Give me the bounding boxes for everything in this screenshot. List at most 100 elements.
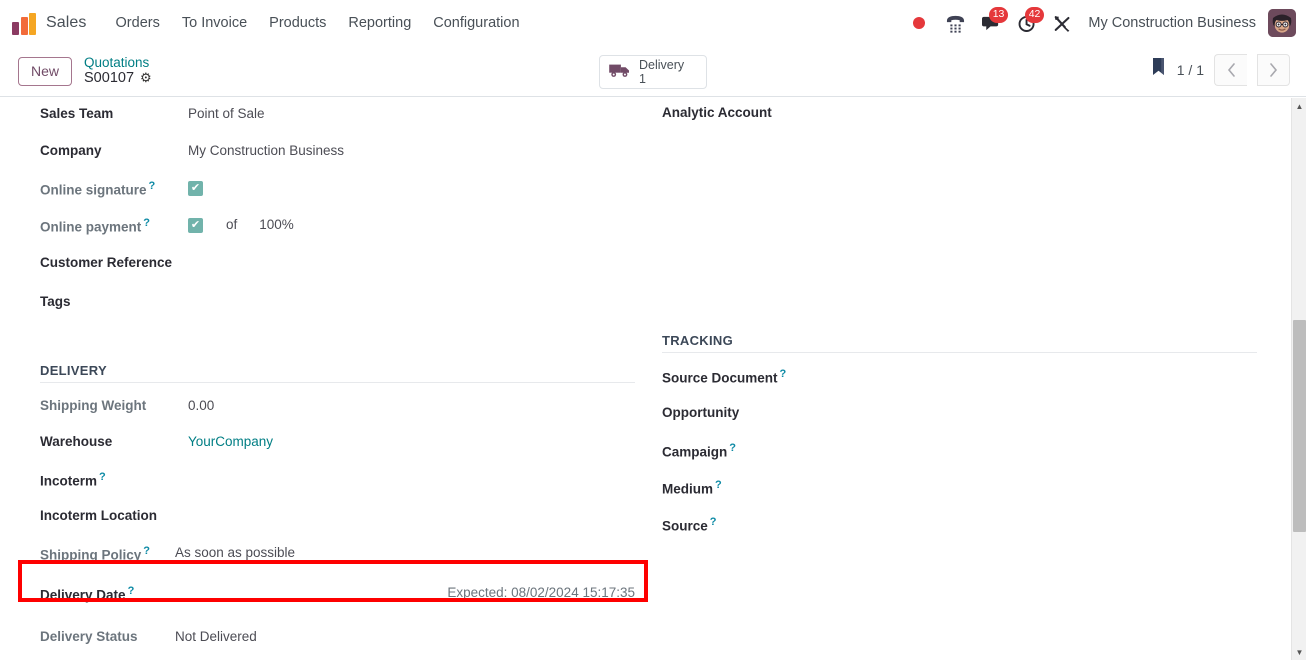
field-label-online-payment-text: Online payment — [40, 219, 142, 235]
delivery-section: DELIVERY Shipping Weight 0.00 Warehouse … — [40, 363, 660, 651]
online-payment-percent-value[interactable]: 100% — [259, 215, 294, 232]
new-button[interactable]: New — [18, 56, 73, 86]
field-label-delivery-status: Delivery Status — [40, 629, 138, 644]
breadcrumb-parent-quotations[interactable]: Quotations — [84, 55, 152, 70]
nav-item-to-invoice[interactable]: To Invoice — [171, 9, 258, 37]
field-row-online-signature: Online signature? ✔ — [40, 178, 660, 202]
scroll-down-arrow-icon[interactable]: ▼ — [1292, 644, 1306, 660]
activities-badge: 42 — [1024, 7, 1045, 23]
field-label-shipping-policy: Shipping Policy? — [40, 543, 188, 563]
phone-dialpad-icon[interactable] — [938, 6, 972, 40]
red-record-dot-icon[interactable] — [902, 6, 936, 40]
delivery-section-title: DELIVERY — [40, 363, 107, 378]
field-row-analytic-account: Analytic Account — [662, 103, 1282, 127]
field-row-opportunity: Opportunity — [662, 403, 1282, 427]
field-value-sales-team[interactable]: Point of Sale — [188, 104, 265, 121]
field-label-campaign-text: Campaign — [662, 444, 728, 460]
company-name-menu[interactable]: My Construction Business — [1082, 15, 1266, 31]
help-tooltip-icon[interactable]: ? — [780, 368, 787, 380]
bookmark-flag-icon[interactable] — [1150, 57, 1167, 84]
field-value-company[interactable]: My Construction Business — [188, 141, 344, 158]
field-value-delivery-status: Not Delivered — [175, 629, 257, 644]
field-label-warehouse: Warehouse — [40, 434, 113, 449]
field-row-online-payment: Online payment? ✔ of 100% — [40, 215, 660, 239]
app-brand-name[interactable]: Sales — [46, 14, 87, 32]
field-label-analytic-account: Analytic Account — [662, 105, 772, 120]
field-label-online-payment: Online payment? — [40, 215, 188, 235]
help-tooltip-icon[interactable]: ? — [99, 471, 106, 483]
nav-item-reporting[interactable]: Reporting — [337, 9, 422, 37]
scroll-up-arrow-icon[interactable]: ▲ — [1292, 98, 1306, 114]
field-label-campaign: Campaign? — [662, 440, 736, 460]
field-value-warehouse[interactable]: YourCompany — [188, 432, 273, 449]
field-label-incoterm-text: Incoterm — [40, 473, 98, 489]
field-label-medium-text: Medium — [662, 481, 714, 497]
field-label-delivery-date-text: Delivery Date — [40, 587, 126, 603]
field-label-opportunity: Opportunity — [662, 405, 740, 420]
field-row-incoterm: Incoterm? — [40, 469, 660, 493]
online-signature-checkbox[interactable]: ✔ — [188, 181, 203, 196]
scrollbar-thumb[interactable] — [1293, 320, 1306, 532]
nav-item-products[interactable]: Products — [258, 9, 337, 37]
field-row-campaign: Campaign? — [662, 440, 1282, 464]
field-row-delivery-status: Delivery Status Not Delivered — [40, 627, 660, 651]
field-row-tags: Tags — [40, 292, 660, 316]
help-tooltip-icon[interactable]: ? — [128, 585, 135, 597]
field-label-customer-reference: Customer Reference — [40, 255, 173, 270]
field-label-source: Source? — [662, 514, 717, 534]
field-label-source-text: Source — [662, 518, 708, 534]
field-row-source: Source? — [662, 514, 1282, 538]
chat-bubble-icon[interactable]: 13 — [974, 6, 1009, 40]
delivery-smart-button-text: Delivery 1 — [639, 58, 684, 87]
online-payment-of-label: of — [226, 217, 238, 232]
sales-bar-chart-logo[interactable] — [12, 11, 38, 35]
tracking-section: TRACKING Source Document? Opportunity Ca… — [662, 333, 1282, 538]
field-label-company: Company — [40, 143, 102, 158]
field-value-delivery-date-expected[interactable]: Expected: 08/02/2024 15:17:35 — [447, 583, 635, 600]
pager-zone: 1 / 1 — [1150, 54, 1290, 86]
field-label-source-document-text: Source Document — [662, 370, 778, 386]
help-tooltip-icon[interactable]: ? — [710, 516, 717, 528]
online-payment-checkbox[interactable]: ✔ — [188, 218, 203, 233]
help-tooltip-icon[interactable]: ? — [143, 217, 150, 229]
systray: 13 42 My Construction Business — [902, 6, 1306, 40]
gear-icon[interactable]: ⚙ — [140, 71, 152, 86]
user-avatar[interactable] — [1268, 9, 1296, 37]
breadcrumb-current-record: S00107 ⚙ — [84, 70, 152, 86]
wrench-screwdriver-icon[interactable] — [1046, 6, 1080, 40]
field-row-shipping-weight: Shipping Weight 0.00 — [40, 396, 660, 420]
field-label-shipping-weight: Shipping Weight — [40, 398, 147, 413]
pager-next-button[interactable] — [1257, 54, 1290, 86]
help-tooltip-icon[interactable]: ? — [149, 180, 156, 192]
help-tooltip-icon[interactable]: ? — [729, 442, 736, 454]
field-row-shipping-policy: Shipping Policy? As soon as possible — [40, 543, 660, 567]
record-name: S00107 — [84, 70, 135, 87]
field-row-customer-reference: Customer Reference — [40, 253, 660, 277]
field-label-online-signature-text: Online signature — [40, 182, 147, 198]
field-row-medium: Medium? — [662, 477, 1282, 501]
field-row-warehouse: Warehouse YourCompany — [40, 432, 660, 456]
field-value-shipping-policy[interactable]: As soon as possible — [175, 543, 295, 560]
form-columns: Sales Team Point of Sale Company My Cons… — [0, 98, 1293, 651]
messages-badge: 13 — [988, 7, 1009, 23]
delivery-smart-count: 1 — [639, 72, 646, 86]
field-label-sales-team: Sales Team — [40, 106, 114, 121]
vertical-scrollbar[interactable]: ▲ ▼ — [1291, 98, 1306, 660]
help-tooltip-icon[interactable]: ? — [715, 479, 722, 491]
form-sheet: Sales Team Point of Sale Company My Cons… — [0, 98, 1293, 660]
field-label-shipping-policy-text: Shipping Policy — [40, 547, 142, 563]
field-label-incoterm-location: Incoterm Location — [40, 508, 158, 523]
tracking-section-divider — [662, 352, 1257, 353]
breadcrumb: Quotations S00107 ⚙ — [84, 55, 152, 86]
field-row-incoterm-location: Incoterm Location — [40, 506, 660, 530]
tracking-section-title: TRACKING — [662, 333, 734, 348]
pager-previous-button[interactable] — [1214, 54, 1247, 86]
delivery-truck-icon — [608, 61, 632, 84]
nav-item-orders[interactable]: Orders — [105, 9, 171, 37]
field-label-medium: Medium? — [662, 477, 722, 497]
field-label-source-document: Source Document? — [662, 366, 786, 386]
clock-activity-icon[interactable]: 42 — [1010, 6, 1045, 40]
help-tooltip-icon[interactable]: ? — [143, 545, 150, 557]
delivery-smart-button[interactable]: Delivery 1 — [599, 55, 707, 89]
nav-item-configuration[interactable]: Configuration — [422, 9, 530, 37]
